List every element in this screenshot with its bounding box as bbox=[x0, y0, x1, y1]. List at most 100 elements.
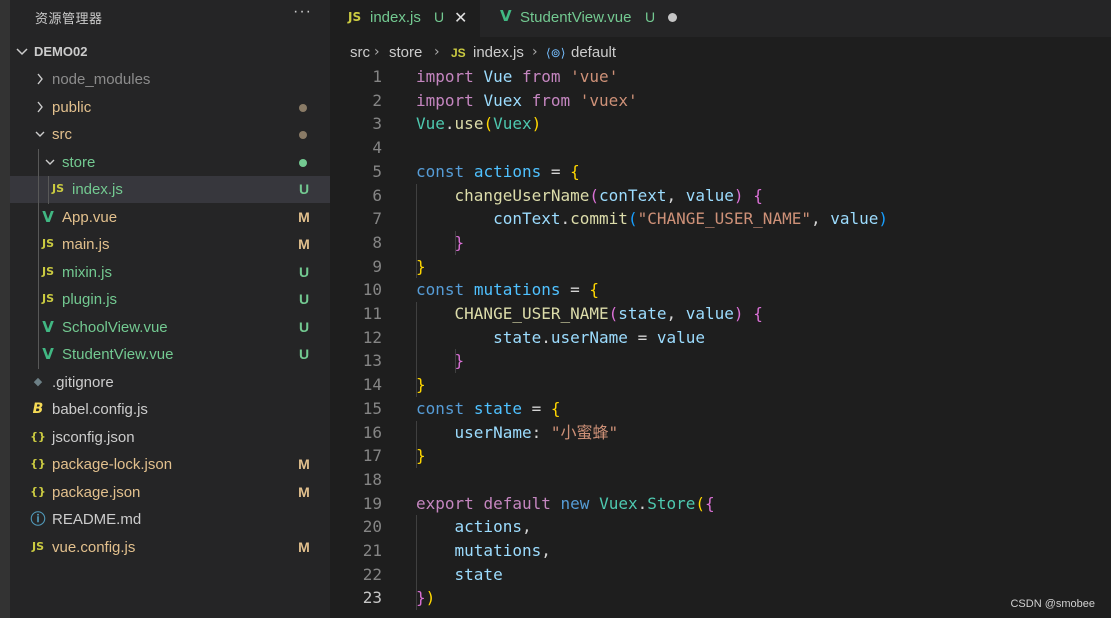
code-line[interactable]: 19 export default new Vuex.Store({ bbox=[330, 492, 1111, 516]
tree-item-label: README.md bbox=[52, 511, 142, 528]
code-line[interactable]: 11 CHANGE_USER_NAME(state, value) { bbox=[330, 302, 1111, 326]
tree-item-label: index.js bbox=[72, 181, 123, 198]
line-number: 15 bbox=[362, 398, 382, 418]
symbol-icon: ⟨⊚⟩ bbox=[546, 46, 566, 60]
code-line[interactable]: 9} bbox=[330, 255, 1111, 279]
tree-item-gitignore[interactable]: ◆ .gitignore bbox=[10, 369, 330, 396]
code-token: changeUserName bbox=[454, 185, 590, 205]
tree-item-jsconfig-json[interactable]: {} jsconfig.json bbox=[10, 424, 330, 451]
code-line[interactable]: 2 import Vuex from 'vuex' bbox=[330, 89, 1111, 113]
breadcrumb-symbol[interactable]: default bbox=[571, 44, 616, 61]
code-line[interactable]: 14} bbox=[330, 373, 1111, 397]
code-token: = bbox=[627, 327, 657, 347]
tree-item-src[interactable]: src bbox=[10, 121, 330, 148]
tree-item-index-js[interactable]: JS index.js U bbox=[10, 176, 330, 203]
code-line[interactable]: 21 mutations, bbox=[330, 539, 1111, 563]
code-line[interactable]: 15 const state = { bbox=[330, 397, 1111, 421]
code-line[interactable]: 13 } bbox=[330, 349, 1111, 373]
code-line[interactable]: 3 Vue.use(Vuex) bbox=[330, 112, 1111, 136]
unsaved-dot-icon[interactable] bbox=[668, 13, 677, 22]
code-token: ) bbox=[733, 185, 744, 205]
code-token: { bbox=[753, 304, 763, 323]
tree-item-package-json[interactable]: {} package.json M bbox=[10, 479, 330, 506]
line-number: 7 bbox=[372, 209, 382, 229]
code-token: = bbox=[541, 161, 571, 181]
chevron-down-icon bbox=[16, 48, 28, 56]
tree-item-node-modules[interactable]: node_modules bbox=[10, 66, 330, 93]
tree-item-app-vue[interactable]: V App.vue M bbox=[10, 204, 330, 231]
vue-icon: V bbox=[42, 317, 54, 336]
tree-item-studentview-vue[interactable]: V StudentView.vue U bbox=[10, 341, 330, 368]
code-token: Vue bbox=[416, 114, 445, 134]
tree-item-mixin-js[interactable]: JS mixin.js U bbox=[10, 259, 330, 286]
code-line[interactable]: 6 changeUserName(conText, value) { bbox=[330, 184, 1111, 208]
code-token: export bbox=[416, 493, 474, 513]
tree-item-label: store bbox=[62, 153, 96, 171]
code-token: . bbox=[560, 209, 571, 229]
code-line[interactable]: 20 actions, bbox=[330, 515, 1111, 539]
indent-guide bbox=[416, 420, 417, 468]
tree-item-public[interactable]: public bbox=[10, 94, 330, 121]
code-line[interactable]: 18 bbox=[330, 468, 1111, 492]
js-icon: JS bbox=[41, 292, 54, 305]
code-text: actions, bbox=[416, 515, 532, 539]
tree-item-label: StudentView.vue bbox=[62, 346, 174, 363]
tab-studentview-vue[interactable]: V StudentView.vue U bbox=[480, 0, 680, 37]
project-folder[interactable]: DEMO02 bbox=[10, 39, 330, 65]
ellipsis-icon[interactable]: ··· bbox=[293, 3, 312, 21]
code-text: import Vuex from 'vuex' bbox=[416, 89, 638, 113]
code-line[interactable]: 4 bbox=[330, 136, 1111, 160]
code-text: } bbox=[416, 255, 426, 279]
tree-item-readme-md[interactable]: ⓘ README.md bbox=[10, 506, 330, 533]
code-token: = bbox=[521, 398, 551, 418]
tree-item-vue-config-js[interactable]: JS vue.config.js M bbox=[10, 534, 330, 561]
tree-item-label: babel.config.js bbox=[52, 401, 148, 418]
code-line[interactable]: 10 const mutations = { bbox=[330, 278, 1111, 302]
breadcrumb-store[interactable]: store bbox=[389, 44, 422, 61]
git-status-dot-icon bbox=[299, 131, 307, 139]
close-icon[interactable]: ✕ bbox=[454, 8, 467, 27]
tree-item-label: public bbox=[52, 98, 92, 116]
code-token: { bbox=[753, 185, 763, 205]
code-line[interactable]: 17} bbox=[330, 444, 1111, 468]
code-token: } bbox=[416, 588, 426, 608]
tree-item-label: package.json bbox=[52, 483, 141, 501]
code-line[interactable]: 16 userName: "小蜜蜂" bbox=[330, 421, 1111, 445]
code-token: state bbox=[618, 304, 667, 323]
tree-item-main-js[interactable]: JS main.js M bbox=[10, 231, 330, 258]
code-text: }) bbox=[416, 586, 435, 610]
git-status-badge: M bbox=[298, 538, 310, 555]
code-line[interactable]: 1 import Vue from 'vue' bbox=[330, 65, 1111, 89]
breadcrumb-file[interactable]: index.js bbox=[473, 44, 524, 61]
code-token: use bbox=[454, 114, 484, 134]
code-line[interactable]: 8 } bbox=[330, 231, 1111, 255]
line-number: 10 bbox=[362, 280, 382, 300]
chevron-down-icon bbox=[35, 131, 45, 137]
tree-item-schoolview-vue[interactable]: V SchoolView.vue U bbox=[10, 314, 330, 341]
code-line[interactable]: 22 state bbox=[330, 563, 1111, 587]
tree-item-babel-config-js[interactable]: Bbabel.config.js bbox=[10, 396, 330, 423]
indent-guide bbox=[454, 230, 456, 255]
git-status-badge: U bbox=[298, 263, 310, 280]
code-line[interactable]: 23}) bbox=[330, 586, 1111, 610]
code-line[interactable]: 7 conText.commit("CHANGE_USER_NAME", val… bbox=[330, 207, 1111, 231]
code-line[interactable]: 12 state.userName = value bbox=[330, 326, 1111, 350]
explorer-title: 资源管理器 bbox=[35, 11, 103, 26]
code-token: { bbox=[570, 161, 580, 181]
code-token: } bbox=[416, 256, 426, 276]
tree-item-store[interactable]: store bbox=[10, 149, 330, 176]
code-line[interactable]: 5 const actions = { bbox=[330, 160, 1111, 184]
tree-item-plugin-js[interactable]: JS plugin.js U bbox=[10, 286, 330, 313]
code-token: ) bbox=[733, 304, 744, 323]
tree-item-package-lock-json[interactable]: {} package-lock.json M bbox=[10, 451, 330, 478]
breadcrumb-src[interactable]: src bbox=[350, 44, 370, 61]
git-status-badge: U bbox=[298, 318, 310, 335]
json-icon: {} bbox=[30, 484, 46, 498]
tab-index-js[interactable]: JS index.js U ✕ bbox=[330, 0, 480, 37]
code-token: actions bbox=[473, 161, 542, 181]
indent-guide bbox=[416, 302, 417, 397]
